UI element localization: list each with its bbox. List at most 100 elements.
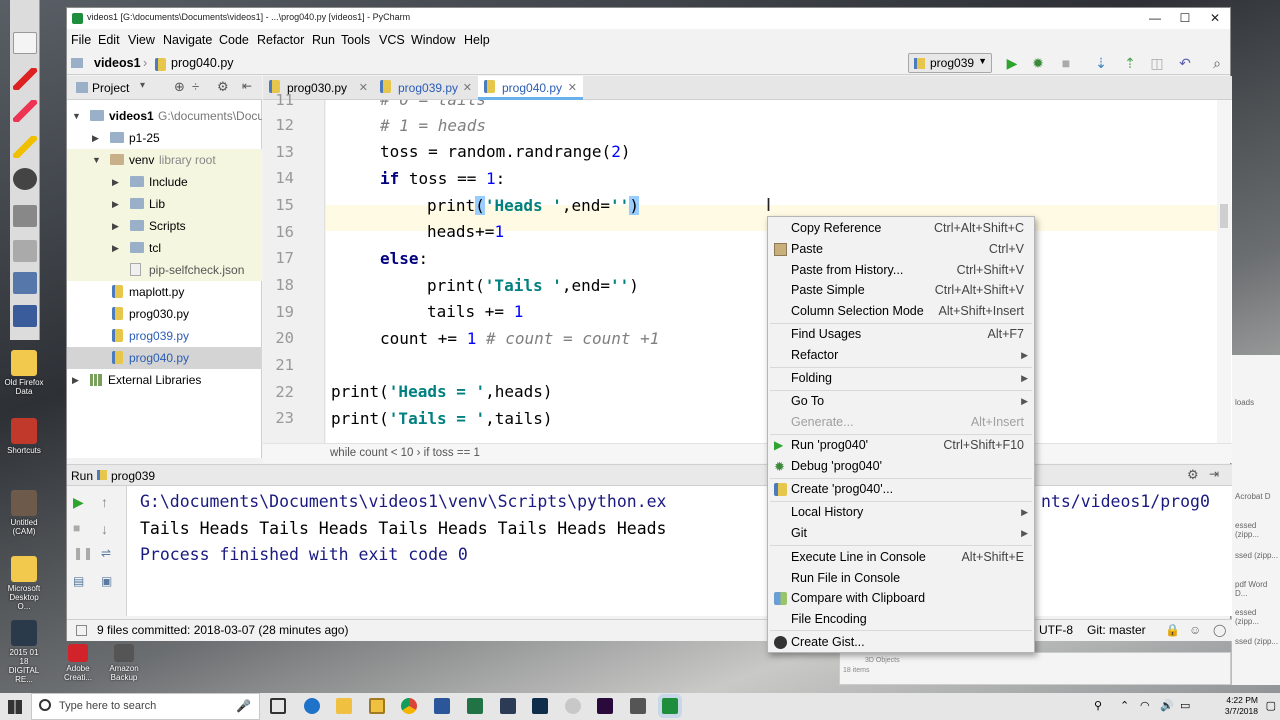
menu-execute-line-console[interactable]: Execute Line in Console Alt+Shift+E [768, 547, 1034, 568]
menu-run-file-console[interactable]: Run File in Console [768, 568, 1034, 589]
taskbar-search[interactable]: Type here to search 🎤 [31, 693, 260, 720]
photoshop-icon[interactable] [532, 698, 548, 714]
maximize-button[interactable]: ☐ [1170, 8, 1200, 29]
pen-tool-icon[interactable] [13, 32, 37, 54]
network-icon[interactable]: ⚲ [1094, 699, 1102, 712]
excel-icon[interactable] [467, 698, 483, 714]
menu-generate[interactable]: Generate... Alt+Insert [768, 412, 1034, 433]
print-icon[interactable]: ▣ [101, 574, 117, 590]
lightroom-icon[interactable] [500, 698, 516, 714]
run-console[interactable]: G:\documents\Documents\videos1\venv\Scri… [127, 486, 1232, 616]
desktop-icon[interactable]: Amazon Backup [104, 644, 144, 682]
minimize-button[interactable]: — [1140, 8, 1170, 29]
close-tab-icon[interactable]: ✕ [568, 76, 577, 100]
menu-column-selection[interactable]: Column Selection Mode Alt+Shift+Insert [768, 301, 1034, 322]
menu-vcs[interactable]: VCS [379, 33, 405, 47]
menu-run-prog040[interactable]: ▶ Run 'prog040' Ctrl+Shift+F10 [768, 435, 1034, 456]
chrome-icon[interactable] [401, 698, 417, 714]
menu-paste[interactable]: Paste Ctrl+V [768, 239, 1034, 260]
volume-icon[interactable]: 🔊 [1160, 699, 1174, 712]
close-tab-icon[interactable]: ✕ [463, 76, 472, 100]
gear-icon[interactable]: ⚙ [1187, 467, 1199, 483]
keyboard-icon[interactable]: ▭ [1180, 699, 1190, 712]
chevron-up-icon[interactable]: ⌃ [1120, 699, 1129, 712]
collapse-icon[interactable]: ÷ [192, 79, 199, 94]
run-config-selector[interactable]: prog039 ▼ [908, 53, 992, 73]
tree-item-prog039[interactable]: prog039.py [67, 325, 262, 347]
store-icon[interactable] [369, 698, 385, 714]
editor-scrollbar[interactable] [1217, 100, 1231, 443]
menu-edit[interactable]: Edit [98, 33, 120, 47]
pycharm-taskbar-icon[interactable] [662, 698, 678, 714]
menu-find-usages[interactable]: Find Usages Alt+F7 [768, 324, 1034, 345]
close-tab-icon[interactable]: ✕ [359, 76, 368, 100]
inspector-icon[interactable]: ☺ [1189, 620, 1201, 641]
highlighter-icon[interactable] [13, 136, 37, 158]
menu-paste-from-history[interactable]: Paste from History... Ctrl+Shift+V [768, 260, 1034, 281]
shape-tool-icon[interactable] [13, 205, 37, 227]
breadcrumb-file[interactable]: prog040.py [171, 56, 234, 70]
menu-file[interactable]: File [71, 33, 91, 47]
menu-code[interactable]: Code [219, 33, 249, 47]
menu-create-gist[interactable]: Create Gist... [768, 632, 1034, 653]
menu-refactor[interactable]: Refactor ▶ [768, 345, 1034, 366]
menu-run[interactable]: Run [312, 33, 335, 47]
search-icon[interactable]: ⌕ [1208, 54, 1226, 72]
hide-panel-icon[interactable]: ⇤ [242, 79, 252, 93]
start-icon[interactable] [8, 700, 22, 714]
task-view-icon[interactable] [270, 698, 286, 714]
menu-compare-clipboard[interactable]: Compare with Clipboard [768, 588, 1034, 609]
line-tool-icon[interactable] [13, 240, 37, 262]
desktop-icon[interactable]: Old Firefox Data [4, 350, 44, 396]
menu-copy-reference[interactable]: Copy Reference Ctrl+Alt+Shift+C [768, 218, 1034, 239]
panel-toggle-icon[interactable] [76, 625, 87, 636]
menu-refactor[interactable]: Refactor [257, 33, 304, 47]
menu-navigate[interactable]: Navigate [163, 33, 212, 47]
tree-item-prog030[interactable]: prog030.py [67, 303, 262, 325]
video-tool-icon[interactable] [630, 698, 646, 714]
vcs-compare-icon[interactable]: ◫ [1148, 54, 1166, 72]
desktop-icon[interactable]: Shortcuts [4, 418, 44, 455]
pause-icon[interactable]: ❚❚ [73, 546, 93, 562]
desktop-icon[interactable]: Microsoft Desktop O... [4, 556, 44, 611]
tree-item-p1-25[interactable]: ▶ p1-25 [67, 127, 262, 149]
revert-icon[interactable]: ↶ [1176, 54, 1194, 72]
tree-item-tcl[interactable]: ▶ tcl [67, 237, 262, 259]
hide-panel-icon[interactable]: ⇥ [1209, 467, 1219, 481]
capture-tool-icon[interactable] [13, 305, 37, 327]
media-icon[interactable] [565, 698, 581, 714]
menu-window[interactable]: Window [411, 33, 455, 47]
close-button[interactable]: ✕ [1200, 8, 1230, 29]
tree-item-videos1[interactable]: ▼ videos1 G:\documents\Docu [67, 105, 262, 127]
soft-wrap-icon[interactable]: ⇌ [101, 546, 117, 562]
tree-item-maplott[interactable]: maplott.py [67, 281, 262, 303]
tree-item-pip-selfcheck[interactable]: pip-selfcheck.json [67, 259, 262, 281]
tree-item-scripts[interactable]: ▶ Scripts [67, 215, 262, 237]
menu-git[interactable]: Git ▶ [768, 523, 1034, 544]
menu-tools[interactable]: Tools [341, 33, 370, 47]
debug-icon[interactable]: ✹ [1029, 54, 1047, 72]
premiere-icon[interactable] [597, 698, 613, 714]
vcs-commit-icon[interactable]: ⇡ [1121, 54, 1139, 72]
screen-tool-icon[interactable] [13, 272, 37, 294]
locate-icon[interactable]: ⊕ [174, 79, 185, 95]
tree-item-external-libraries[interactable]: ▶ External Libraries [67, 369, 262, 391]
stop-icon[interactable]: ■ [1057, 54, 1075, 72]
git-branch-selector[interactable]: Git: master [1087, 620, 1146, 641]
edge-icon[interactable] [304, 698, 320, 714]
rerun-icon[interactable]: ▶ [73, 494, 89, 510]
menu-paste-simple[interactable]: Paste Simple Ctrl+Alt+Shift+V [768, 280, 1034, 301]
cursor-tool-icon[interactable] [13, 168, 37, 190]
menu-help[interactable]: Help [464, 33, 490, 47]
menu-folding[interactable]: Folding ▶ [768, 368, 1034, 389]
red-pen-icon[interactable] [13, 68, 37, 90]
encoding-selector[interactable]: UTF-8 [1039, 620, 1073, 641]
tree-item-prog040[interactable]: prog040.py [67, 347, 262, 369]
chevron-down-icon[interactable]: ▾ [140, 80, 145, 91]
file-explorer-icon[interactable] [336, 698, 352, 714]
notifications-icon[interactable]: ▢ [1266, 699, 1276, 712]
tab-prog040[interactable]: prog040.py ✕ [478, 76, 583, 100]
layout-icon[interactable]: ▤ [73, 574, 89, 590]
eraser-icon[interactable] [13, 100, 37, 122]
stop-icon[interactable]: ■ [73, 521, 89, 537]
